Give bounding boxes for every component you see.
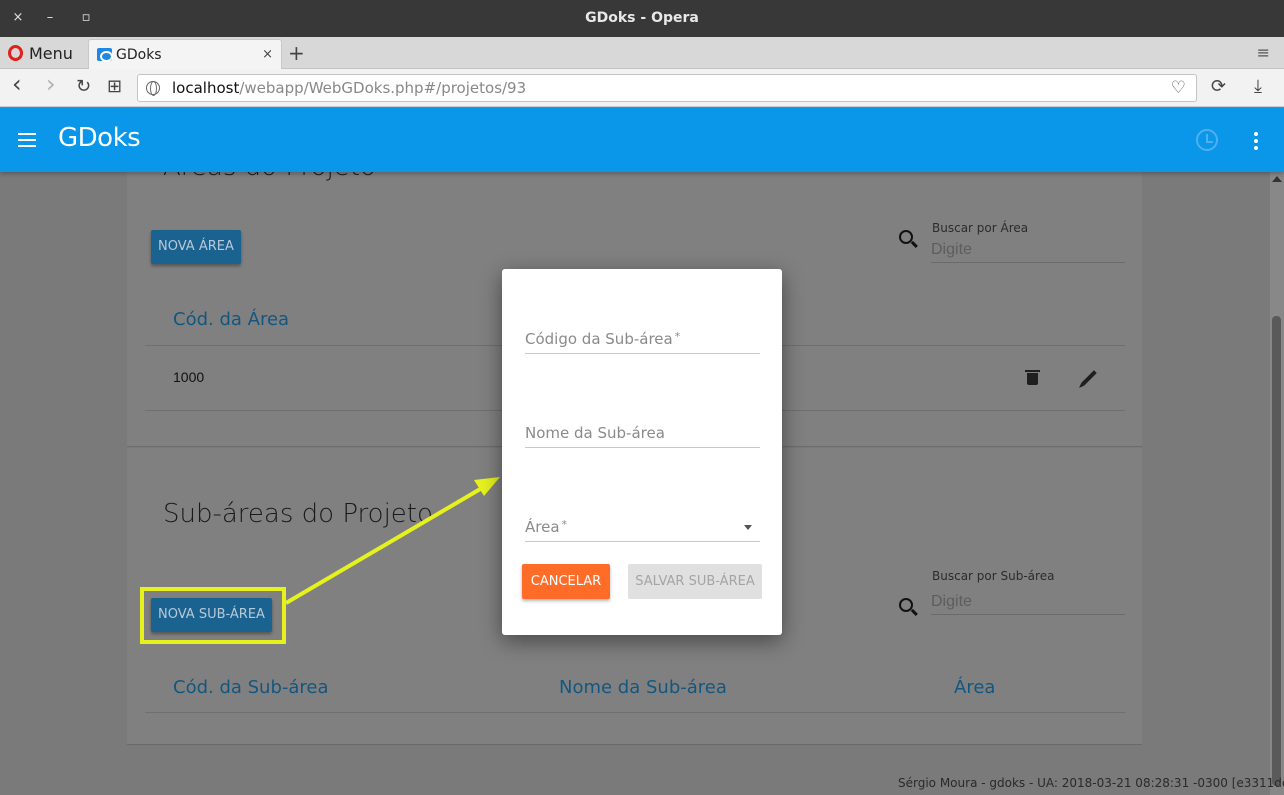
app-header: GDoks: [0, 108, 1284, 172]
forward-button[interactable]: ›: [46, 72, 56, 96]
scroll-up-arrow-icon[interactable]: [1272, 176, 1282, 182]
search-subarea-label: Buscar por Sub-área: [932, 569, 1055, 583]
url-path: /webapp/WebGDoks.php#/projetos/93: [239, 79, 527, 97]
history-icon[interactable]: [1196, 129, 1218, 151]
search-subarea-icon: [899, 598, 913, 612]
menu-icon[interactable]: [18, 133, 36, 147]
area-select-placeholder: Área *: [525, 518, 568, 536]
search-subarea-input[interactable]: [931, 589, 1125, 615]
subarea-code-field[interactable]: Código da Sub-área *: [525, 324, 760, 354]
sync-icon[interactable]: ⟳: [1211, 77, 1226, 97]
gdoks-favicon-icon: [97, 48, 113, 62]
app-logo: GDoks: [58, 123, 141, 153]
page-scrollbar[interactable]: [1270, 172, 1284, 795]
reload-button[interactable]: ↻: [76, 77, 91, 97]
url-text[interactable]: localhost/webapp/WebGDoks.php#/projetos/…: [172, 79, 526, 97]
search-area-input[interactable]: [931, 237, 1125, 263]
tab-close-icon[interactable]: ×: [262, 47, 273, 62]
tabs-grid-button[interactable]: ⊞: [107, 77, 122, 97]
area-select[interactable]: Área *: [525, 512, 760, 542]
delete-icon[interactable]: [1025, 370, 1040, 385]
globe-icon: [146, 81, 160, 96]
opera-menu-label: Menu: [29, 43, 73, 63]
col-subarea-code[interactable]: Cód. da Sub-área: [173, 677, 329, 698]
tab-strip: Menu GDoks × + ≡: [0, 37, 1284, 69]
window-title: GDoks - Opera: [585, 10, 699, 26]
subarea-name-field[interactable]: Nome da Sub-área: [525, 418, 760, 448]
footer-info: Sérgio Moura - gdoks - UA: 2018-03-21 08…: [898, 776, 1284, 790]
col-subarea-area[interactable]: Área: [954, 677, 995, 698]
back-button[interactable]: ‹: [12, 72, 22, 96]
subarea-code-placeholder: Código da Sub-área *: [525, 330, 681, 348]
tab-menu-icon[interactable]: ≡: [1257, 43, 1270, 62]
new-subarea-button[interactable]: NOVA SUB-ÁREA: [151, 598, 272, 632]
subarea-name-placeholder: Nome da Sub-área: [525, 424, 665, 442]
col-area-code[interactable]: Cód. da Área: [173, 309, 289, 330]
browser-tab-gdoks[interactable]: GDoks ×: [88, 39, 282, 69]
opera-logo-icon: [8, 45, 23, 61]
tab-title: GDoks: [116, 46, 162, 63]
url-host: localhost: [172, 79, 240, 97]
cancel-button[interactable]: CANCELAR: [522, 564, 610, 599]
area-row-code: 1000: [173, 369, 205, 385]
search-area-icon: [899, 230, 913, 244]
edit-icon[interactable]: [1081, 370, 1097, 386]
areas-title: Áreas do Projeto: [163, 172, 376, 182]
new-subarea-dialog: Código da Sub-área * Nome da Sub-área Áre…: [502, 269, 782, 635]
new-area-button[interactable]: NOVA ÁREA: [151, 230, 241, 264]
download-icon[interactable]: ⤓: [1254, 77, 1262, 97]
col-subarea-name[interactable]: Nome da Sub-área: [559, 677, 727, 698]
subareas-header-divider: [145, 712, 1125, 713]
subareas-title: Sub-áreas do Projeto: [163, 499, 433, 529]
new-tab-button[interactable]: +: [288, 41, 305, 65]
browser-navbar: ‹ › ↻ ⊞ localhost/webapp/WebGDoks.php#/p…: [0, 69, 1284, 107]
save-subarea-button: SALVAR SUB-ÁREA: [628, 564, 762, 599]
more-vert-icon[interactable]: [1254, 132, 1260, 153]
address-bar[interactable]: localhost/webapp/WebGDoks.php#/projetos/…: [137, 74, 1197, 102]
window-titlebar: × – ▫ GDoks - Opera: [0, 0, 1284, 37]
search-area-label: Buscar por Área: [932, 221, 1029, 235]
scroll-thumb[interactable]: [1272, 316, 1281, 786]
bookmark-heart-icon[interactable]: ♡: [1171, 78, 1186, 98]
opera-menu-button[interactable]: Menu: [8, 42, 73, 64]
dropdown-arrow-icon[interactable]: [744, 525, 752, 530]
